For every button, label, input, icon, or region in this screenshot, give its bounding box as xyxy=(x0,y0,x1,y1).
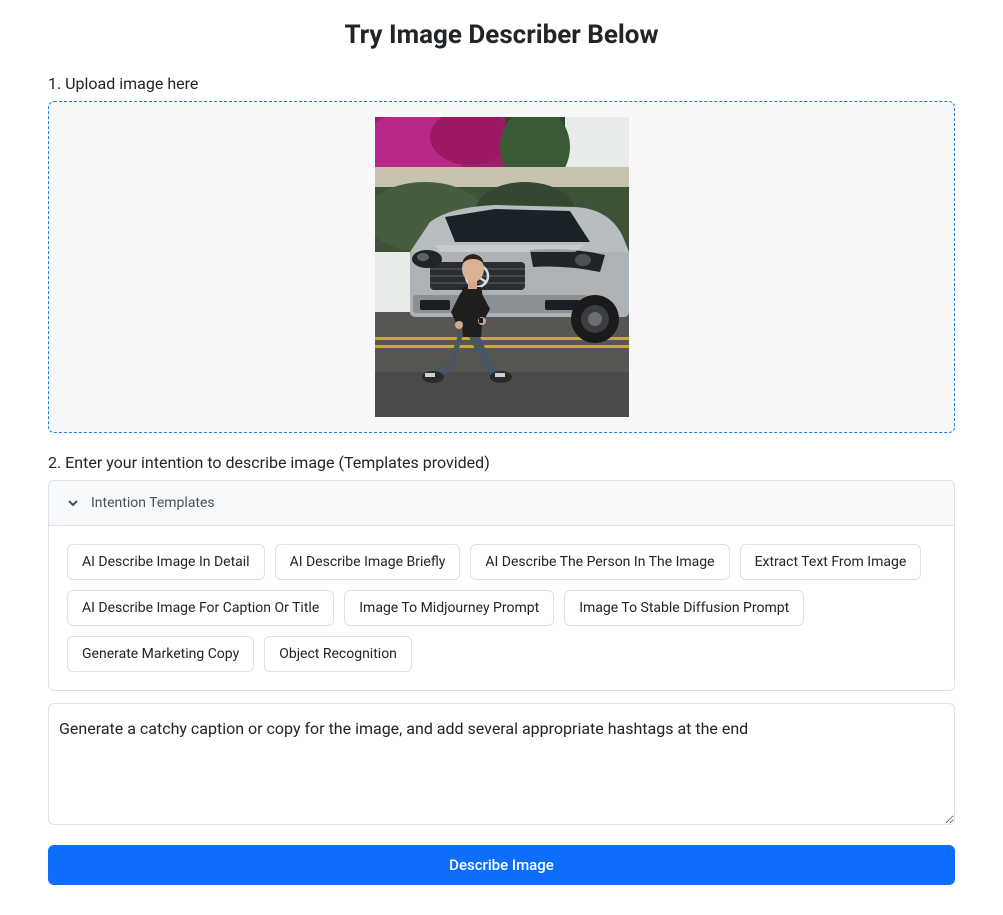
template-btn-describe-briefly[interactable]: AI Describe Image Briefly xyxy=(275,544,461,580)
template-btn-describe-detail[interactable]: AI Describe Image In Detail xyxy=(67,544,265,580)
templates-header[interactable]: Intention Templates xyxy=(49,481,954,526)
template-btn-extract-text[interactable]: Extract Text From Image xyxy=(740,544,922,580)
templates-list: AI Describe Image In Detail AI Describe … xyxy=(49,526,954,690)
templates-panel: Intention Templates AI Describe Image In… xyxy=(48,480,955,691)
templates-header-label: Intention Templates xyxy=(91,495,215,511)
upload-label: 1. Upload image here xyxy=(48,74,955,93)
intention-textarea[interactable] xyxy=(48,703,955,825)
describe-image-button[interactable]: Describe Image xyxy=(48,845,955,885)
chevron-down-icon xyxy=(67,497,79,509)
template-btn-describe-person[interactable]: AI Describe The Person In The Image xyxy=(470,544,729,580)
uploaded-image-preview xyxy=(375,117,629,417)
template-btn-caption-title[interactable]: AI Describe Image For Caption Or Title xyxy=(67,590,334,626)
template-btn-object-recognition[interactable]: Object Recognition xyxy=(264,636,412,672)
template-btn-midjourney[interactable]: Image To Midjourney Prompt xyxy=(344,590,554,626)
upload-dropzone[interactable] xyxy=(48,101,955,433)
intention-label: 2. Enter your intention to describe imag… xyxy=(48,453,955,472)
template-btn-stable-diffusion[interactable]: Image To Stable Diffusion Prompt xyxy=(564,590,804,626)
page-title: Try Image Describer Below xyxy=(48,20,955,50)
template-btn-marketing-copy[interactable]: Generate Marketing Copy xyxy=(67,636,254,672)
